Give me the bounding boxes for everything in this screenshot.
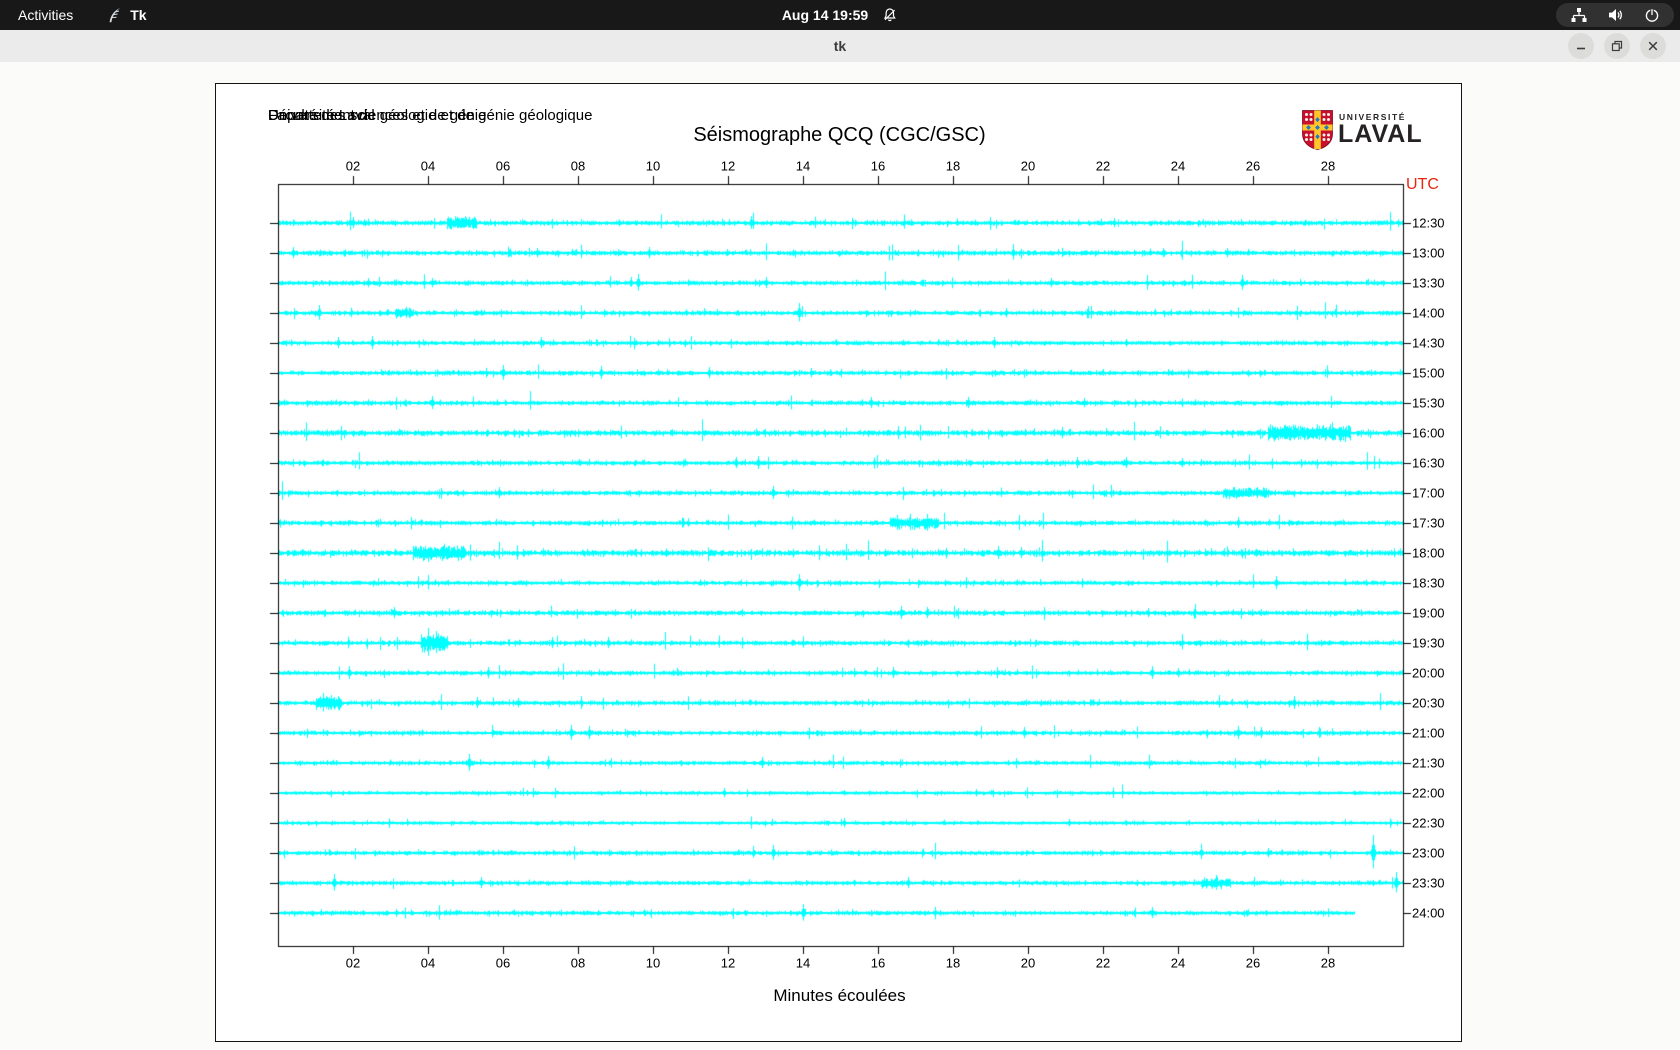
x-tick-label-top: 10 — [645, 158, 661, 174]
x-tick-label-top: 14 — [795, 158, 811, 174]
seismograph-frame: Département de géologie et de génie géol… — [215, 83, 1462, 1042]
time-label: 16:00 — [1412, 425, 1445, 441]
time-label: 13:30 — [1412, 275, 1445, 291]
time-label: 18:00 — [1412, 545, 1445, 561]
time-label: 20:30 — [1412, 695, 1445, 711]
time-label: 23:30 — [1412, 875, 1445, 891]
x-tick-label-bottom: 02 — [345, 955, 361, 971]
x-tick-label-bottom: 12 — [720, 955, 736, 971]
x-tick-label-bottom: 14 — [795, 955, 811, 971]
time-label: 17:30 — [1412, 515, 1445, 531]
plot-title: Séismographe QCQ (CGC/GSC) — [693, 124, 986, 146]
utc-label: UTC — [1406, 176, 1439, 193]
x-tick-label-top: 22 — [1095, 158, 1111, 174]
app-menu[interactable]: Tk — [107, 7, 147, 24]
x-tick-label-top: 28 — [1320, 158, 1336, 174]
time-label: 18:30 — [1412, 575, 1445, 591]
top-bar: Activities Tk Aug 14 19:59 — [0, 0, 1680, 30]
clock[interactable]: Aug 14 19:59 — [782, 7, 868, 23]
laval-logo: UNIVERSITÉ LAVAL — [1302, 108, 1462, 158]
time-label: 14:30 — [1412, 335, 1445, 351]
time-label: 20:00 — [1412, 665, 1445, 681]
x-axis-label: Minutes écoulées — [773, 986, 906, 1005]
x-tick-label-bottom: 24 — [1170, 955, 1186, 971]
time-label: 24:00 — [1412, 905, 1445, 921]
time-label: 16:30 — [1412, 455, 1445, 471]
app-menu-label: Tk — [130, 7, 147, 23]
time-label: 14:00 — [1412, 305, 1445, 321]
window-titlebar: tk — [0, 30, 1680, 63]
x-tick-label-top: 02 — [345, 158, 361, 174]
volume-icon — [1608, 8, 1624, 22]
x-tick-label-bottom: 10 — [645, 955, 661, 971]
time-label: 21:30 — [1412, 755, 1445, 771]
x-tick-label-bottom: 28 — [1320, 955, 1336, 971]
x-tick-label-bottom: 04 — [420, 955, 436, 971]
close-button[interactable] — [1640, 33, 1666, 59]
x-tick-label-top: 16 — [870, 158, 886, 174]
x-tick-label-top: 08 — [570, 158, 586, 174]
x-tick-label-bottom: 06 — [495, 955, 511, 971]
network-icon — [1570, 7, 1588, 23]
seismograph-canvas — [216, 84, 1461, 1039]
x-tick-label-bottom: 16 — [870, 955, 886, 971]
time-label: 15:30 — [1412, 395, 1445, 411]
x-tick-label-bottom: 22 — [1095, 955, 1111, 971]
logo-laval-text: LAVAL — [1338, 120, 1423, 148]
time-label: 19:30 — [1412, 635, 1445, 651]
activities-button[interactable]: Activities — [18, 7, 73, 23]
x-tick-label-top: 12 — [720, 158, 736, 174]
x-tick-label-bottom: 08 — [570, 955, 586, 971]
x-tick-label-bottom: 26 — [1245, 955, 1261, 971]
time-label: 22:00 — [1412, 785, 1445, 801]
x-tick-label-top: 20 — [1020, 158, 1036, 174]
time-label: 23:00 — [1412, 845, 1445, 861]
header-line-3: Université Laval — [268, 107, 375, 124]
system-tray[interactable] — [1556, 3, 1674, 27]
x-tick-label-bottom: 20 — [1020, 955, 1036, 971]
x-tick-label-bottom: 18 — [945, 955, 961, 971]
maximize-button[interactable] — [1604, 33, 1630, 59]
tk-feather-icon — [107, 7, 122, 24]
time-label: 12:30 — [1412, 215, 1445, 231]
time-label: 13:00 — [1412, 245, 1445, 261]
time-label: 21:00 — [1412, 725, 1445, 741]
x-tick-label-top: 04 — [420, 158, 436, 174]
x-tick-label-top: 18 — [945, 158, 961, 174]
time-label: 17:00 — [1412, 485, 1445, 501]
x-tick-label-top: 24 — [1170, 158, 1186, 174]
minimize-button[interactable] — [1568, 33, 1594, 59]
time-label: 19:00 — [1412, 605, 1445, 621]
time-label: 22:30 — [1412, 815, 1445, 831]
window-title: tk — [833, 38, 847, 54]
time-label: 15:00 — [1412, 365, 1445, 381]
window-content: Département de géologie et de génie géol… — [0, 62, 1680, 1050]
x-tick-label-top: 06 — [495, 158, 511, 174]
x-tick-label-top: 26 — [1245, 158, 1261, 174]
power-icon — [1644, 7, 1660, 23]
notifications-bell-slash-icon — [882, 7, 898, 23]
